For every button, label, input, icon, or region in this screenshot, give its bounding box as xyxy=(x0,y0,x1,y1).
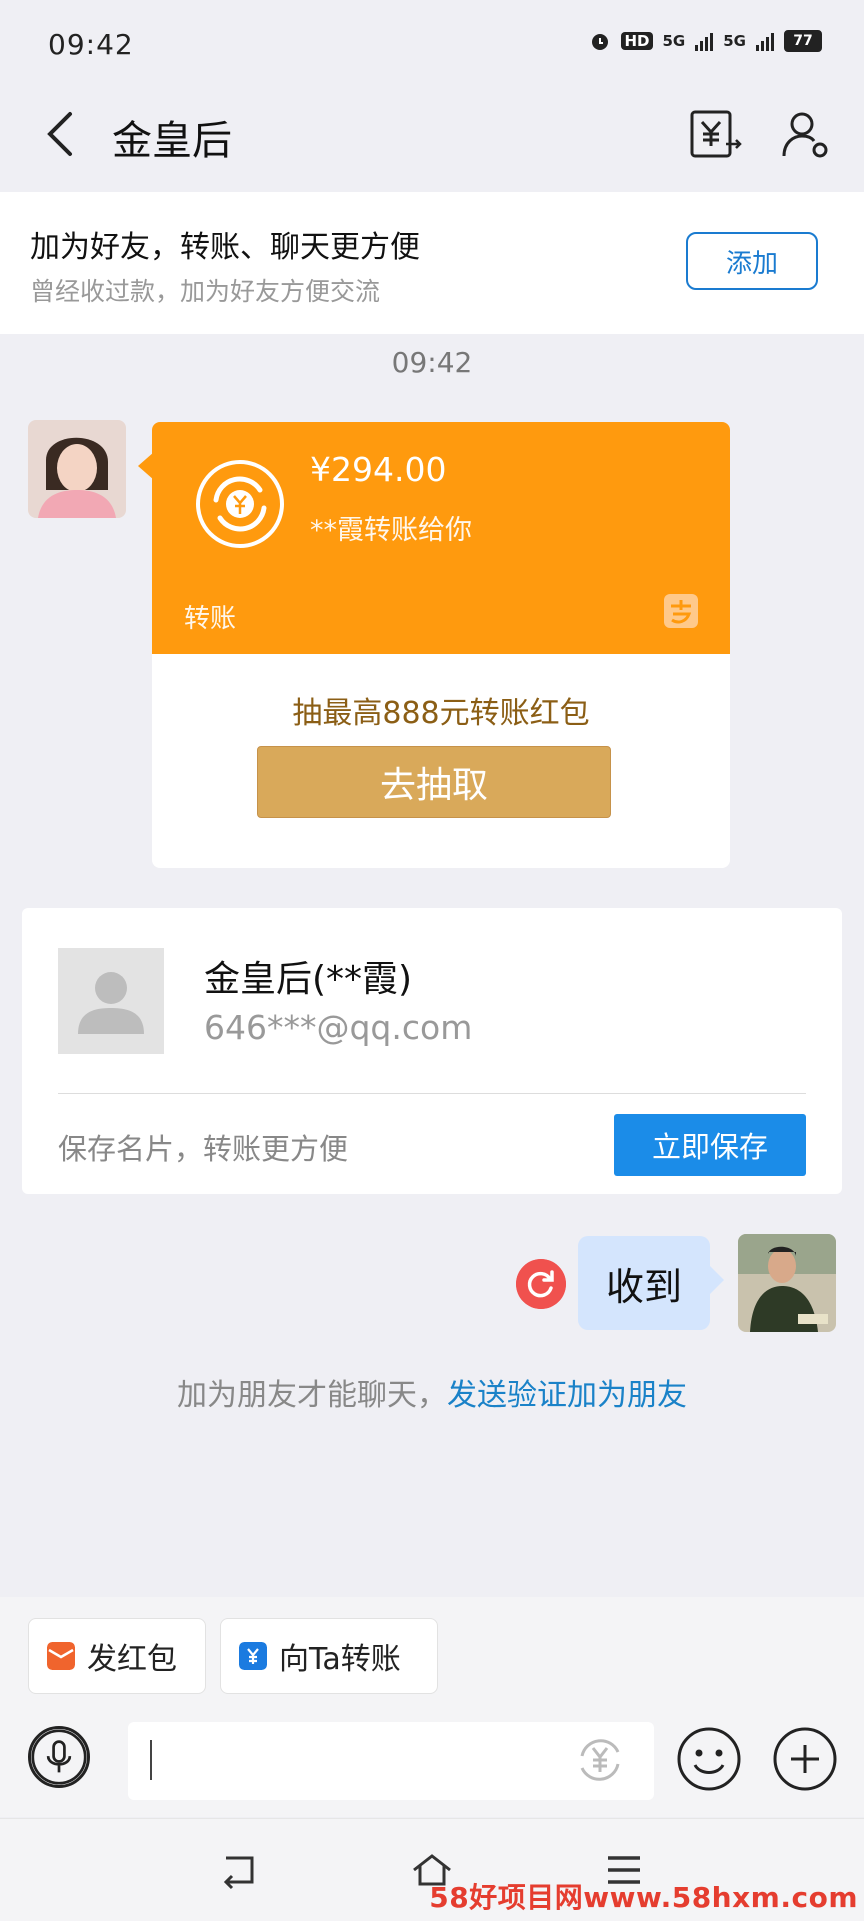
my-avatar[interactable] xyxy=(738,1234,836,1332)
red-packet-label: 发红包 xyxy=(87,1642,177,1677)
send-verification-link[interactable]: 发送验证加为朋友 xyxy=(447,1378,687,1413)
transfer-card[interactable]: ¥294.00 **霞转账给你 转账 抽最高888元转账红包 去抽取 xyxy=(152,422,730,868)
text-caret xyxy=(150,1740,152,1780)
red-packet-button[interactable]: 发红包 xyxy=(28,1618,206,1694)
contact-card[interactable]: 金皇后(**霞) 646***@qq.com 保存名片，转账更方便 立即保存 xyxy=(22,908,842,1194)
resend-icon[interactable] xyxy=(516,1259,566,1309)
network-label-1: 5G xyxy=(662,32,686,50)
profile-settings-icon[interactable] xyxy=(780,108,834,162)
transfer-icon xyxy=(239,1642,267,1670)
signal-icon-2 xyxy=(756,31,774,51)
hd-badge: HD xyxy=(621,32,653,50)
default-avatar-icon xyxy=(58,948,164,1054)
status-icons: HD 5G 5G 77 xyxy=(589,30,822,52)
contact-email: 646***@qq.com xyxy=(204,1008,473,1047)
draw-lottery-button[interactable]: 去抽取 xyxy=(257,746,611,818)
chat-title: 金皇后 xyxy=(112,118,232,164)
hint-text: 加为朋友才能聊天， xyxy=(177,1378,447,1413)
transfer-record-icon[interactable] xyxy=(688,108,742,162)
add-friend-button[interactable]: 添加 xyxy=(686,232,818,290)
add-friend-hint: 加为朋友才能聊天，发送验证加为朋友 xyxy=(0,1370,864,1414)
lottery-text: 抽最高888元转账红包 xyxy=(292,696,590,731)
transfer-yen-icon xyxy=(196,460,284,548)
banner-subtitle: 曾经收过款，加为好友方便交流 xyxy=(30,277,381,306)
divider xyxy=(58,1093,806,1094)
voice-input-icon[interactable] xyxy=(28,1726,90,1788)
contact-name: 金皇后(**霞) xyxy=(204,959,413,1000)
watermark: 58好项目网www.58hxm.com xyxy=(429,1881,858,1914)
transfer-label: 转账 xyxy=(184,604,237,634)
save-card-tip: 保存名片，转账更方便 xyxy=(58,1132,349,1166)
alarm-icon xyxy=(592,34,609,50)
transfer-from-text: **霞转账给你 xyxy=(310,515,472,546)
transfer-to-ta-button[interactable]: 向Ta转账 xyxy=(220,1618,438,1694)
transfer-amount: ¥294.00 xyxy=(310,450,447,489)
network-label-2: 5G xyxy=(723,32,746,50)
status-time: 09:42 xyxy=(48,28,134,61)
message-timestamp: 09:42 xyxy=(391,346,473,379)
alipay-icon xyxy=(664,594,698,628)
quick-transfer-icon[interactable] xyxy=(572,1732,628,1788)
signal-icon xyxy=(695,31,714,51)
nav-back-icon[interactable] xyxy=(218,1848,262,1892)
red-packet-icon xyxy=(47,1642,75,1670)
back-arrow-icon[interactable] xyxy=(40,108,80,160)
transfer-label: 向Ta转账 xyxy=(279,1642,401,1677)
sent-bubble-arrow xyxy=(710,1266,724,1294)
save-card-button[interactable]: 立即保存 xyxy=(614,1114,806,1176)
more-plus-icon[interactable] xyxy=(772,1726,838,1792)
sender-avatar[interactable] xyxy=(28,420,126,518)
emoji-icon[interactable] xyxy=(676,1726,742,1792)
banner-title: 加为好友，转账、聊天更方便 xyxy=(30,230,420,265)
sent-message-bubble[interactable]: 收到 xyxy=(578,1236,710,1330)
battery-icon: 77 xyxy=(784,30,822,52)
